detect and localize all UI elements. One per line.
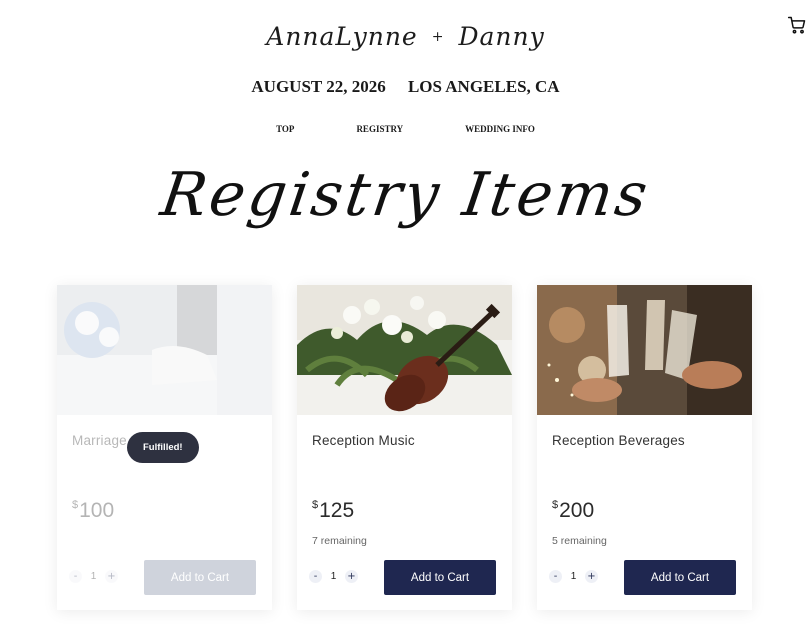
qty-value: 1	[330, 571, 337, 582]
main-nav: TOP REGISTRY WEDDING INFO	[0, 124, 811, 134]
price-value: 200	[559, 499, 595, 522]
groom-name: Danny	[458, 22, 545, 51]
qty-increment-button[interactable]: +	[585, 570, 598, 583]
product-price: $200	[552, 499, 594, 523]
fulfilled-badge: Fulfilled!	[127, 432, 199, 463]
bride-name: AnnaLynne	[266, 22, 418, 51]
currency-symbol: $	[552, 499, 559, 511]
qty-increment-button[interactable]: +	[105, 570, 118, 583]
price-value: 100	[79, 499, 115, 522]
qty-value: 1	[570, 571, 577, 582]
quantity-stepper: - 1 +	[309, 570, 358, 583]
product-image	[57, 285, 272, 415]
qty-value: 1	[90, 571, 97, 582]
qty-decrement-button[interactable]: -	[309, 570, 322, 583]
event-date: AUGUST 22, 2026	[251, 77, 386, 96]
qty-increment-button[interactable]: +	[345, 570, 358, 583]
product-image	[537, 285, 752, 415]
product-card: Marriage Fulfilled! $100 - 1 + Add to Ca…	[57, 285, 272, 610]
remaining-count: 5 remaining	[552, 535, 607, 547]
currency-symbol: $	[312, 499, 319, 511]
add-to-cart-button[interactable]: Add to Cart	[624, 560, 736, 595]
product-title: Reception Beverages	[552, 433, 685, 448]
qty-decrement-button[interactable]: -	[69, 570, 82, 583]
add-to-cart-button[interactable]: Add to Cart	[144, 560, 256, 595]
product-card: Reception Beverages $200 5 remaining - 1…	[537, 285, 752, 610]
price-value: 125	[319, 499, 355, 522]
page-title: Registry Items	[156, 160, 655, 230]
nav-item-registry[interactable]: REGISTRY	[356, 124, 403, 134]
event-details: AUGUST 22, 2026 LOS ANGELES, CA	[0, 77, 811, 97]
currency-symbol: $	[72, 499, 79, 511]
product-price: $100	[72, 499, 114, 523]
remaining-count: 7 remaining	[312, 535, 367, 547]
nav-item-top[interactable]: TOP	[276, 124, 294, 134]
product-image	[297, 285, 512, 415]
product-card: Reception Music $125 7 remaining - 1 + A…	[297, 285, 512, 610]
couple-names: AnnaLynne + Danny	[0, 22, 811, 51]
product-title: Marriage	[72, 433, 127, 448]
event-location: LOS ANGELES, CA	[407, 77, 560, 96]
product-title: Reception Music	[312, 433, 415, 448]
qty-decrement-button[interactable]: -	[549, 570, 562, 583]
names-plus: +	[431, 29, 445, 45]
add-to-cart-button[interactable]: Add to Cart	[384, 560, 496, 595]
quantity-stepper: - 1 +	[69, 570, 118, 583]
quantity-stepper: - 1 +	[549, 570, 598, 583]
nav-item-wedding-info[interactable]: WEDDING INFO	[465, 124, 535, 134]
product-price: $125	[312, 499, 354, 523]
